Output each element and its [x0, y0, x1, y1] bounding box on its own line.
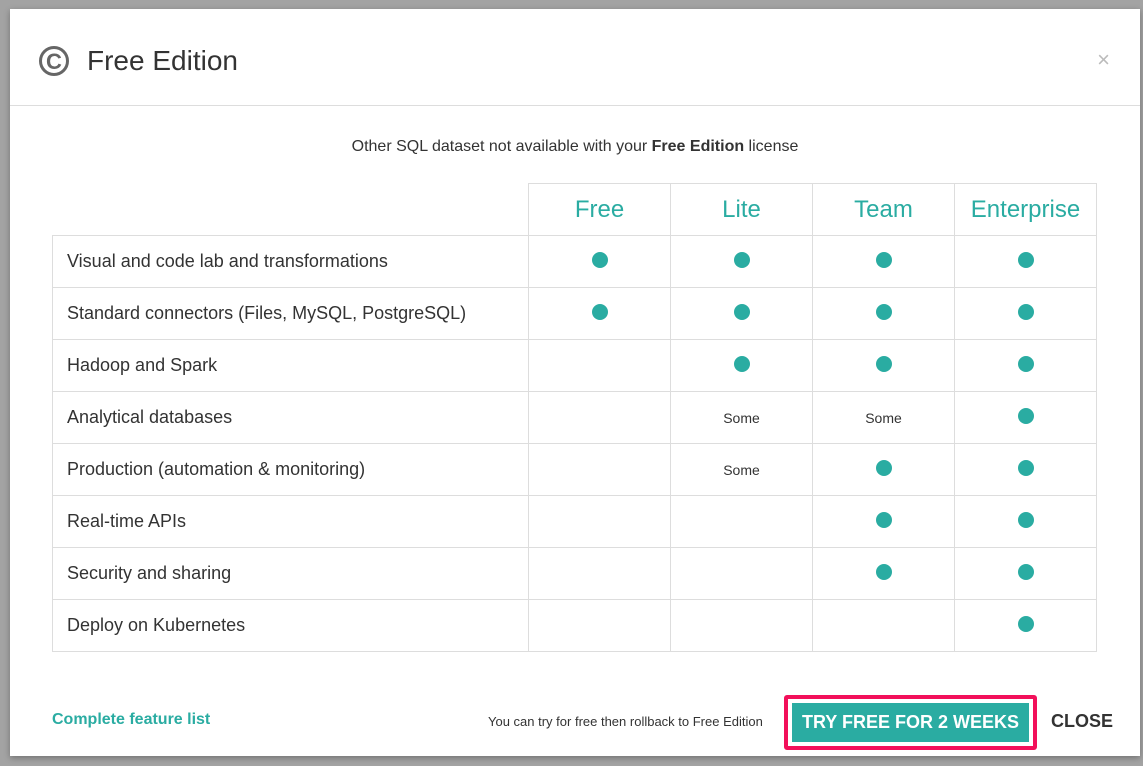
- included-dot-icon: [875, 252, 892, 268]
- message-suffix: license: [744, 138, 799, 155]
- feature-name: Real-time APIs: [52, 495, 529, 548]
- feature-cell: Some: [670, 443, 813, 496]
- close-button[interactable]: CLOSE: [1051, 711, 1113, 732]
- included-dot-icon: [591, 252, 608, 268]
- feature-cell: Some: [670, 391, 813, 444]
- close-icon[interactable]: ×: [1097, 47, 1110, 73]
- table-row: Standard connectors (Files, MySQL, Postg…: [52, 287, 1097, 340]
- feature-header: [52, 183, 529, 236]
- column-header-team: Team: [812, 183, 955, 236]
- table-row: Security and sharing: [52, 547, 1097, 600]
- feature-cell: [812, 599, 955, 652]
- feature-cell: [528, 495, 671, 548]
- included-dot-icon: [733, 304, 750, 320]
- table-row: Real-time APIs: [52, 495, 1097, 548]
- column-header-free: Free: [528, 183, 671, 236]
- feature-cell: [812, 235, 955, 288]
- feature-name: Hadoop and Spark: [52, 339, 529, 392]
- feature-cell: [528, 339, 671, 392]
- feature-cell: [670, 287, 813, 340]
- feature-name: Production (automation & monitoring): [52, 443, 529, 496]
- feature-name: Analytical databases: [52, 391, 529, 444]
- message-edition: Free Edition: [651, 138, 745, 155]
- feature-cell: Some: [812, 391, 955, 444]
- included-dot-icon: [1017, 252, 1034, 268]
- license-message: Other SQL dataset not available with you…: [10, 138, 1140, 156]
- feature-cell: [528, 599, 671, 652]
- feature-cell: [954, 599, 1097, 652]
- feature-cell: [528, 287, 671, 340]
- column-header-lite: Lite: [670, 183, 813, 236]
- try-free-button[interactable]: TRY FREE FOR 2 WEEKS: [792, 703, 1029, 742]
- feature-name: Visual and code lab and transformations: [52, 235, 529, 288]
- included-dot-icon: [1017, 564, 1034, 580]
- feature-comparison-table: Free Lite Team Enterprise Visual and code l…: [52, 183, 1097, 652]
- included-dot-icon: [733, 252, 750, 268]
- partial-label: Some: [865, 409, 902, 426]
- feature-cell: [954, 547, 1097, 600]
- free-edition-modal: C Free Edition × Other SQL dataset not a…: [10, 9, 1140, 756]
- feature-cell: [812, 495, 955, 548]
- feature-name: Security and sharing: [52, 547, 529, 600]
- feature-cell: [528, 547, 671, 600]
- feature-cell: [670, 235, 813, 288]
- feature-cell: [954, 235, 1097, 288]
- included-dot-icon: [1017, 616, 1034, 632]
- modal-title: Free Edition: [87, 45, 238, 76]
- rollback-note: You can try for free then rollback to Fr…: [488, 714, 763, 729]
- feature-cell: [670, 495, 813, 548]
- included-dot-icon: [591, 304, 608, 320]
- feature-cell: [954, 495, 1097, 548]
- feature-cell: [954, 287, 1097, 340]
- feature-cell: [528, 391, 671, 444]
- complete-feature-list-link[interactable]: Complete feature list: [52, 711, 210, 729]
- feature-cell: [670, 339, 813, 392]
- table-row: Hadoop and Spark: [52, 339, 1097, 392]
- included-dot-icon: [1017, 356, 1034, 372]
- included-dot-icon: [1017, 304, 1034, 320]
- table-row: Deploy on Kubernetes: [52, 599, 1097, 652]
- feature-cell: [528, 443, 671, 496]
- included-dot-icon: [875, 564, 892, 580]
- table-row: Visual and code lab and transformations: [52, 235, 1097, 288]
- feature-name: Deploy on Kubernetes: [52, 599, 529, 652]
- feature-cell: [954, 391, 1097, 444]
- copyright-icon: C: [39, 46, 69, 76]
- feature-cell: [812, 339, 955, 392]
- feature-cell: [954, 443, 1097, 496]
- modal-header: C Free Edition ×: [10, 9, 1140, 106]
- feature-cell: [812, 547, 955, 600]
- feature-cell: [954, 339, 1097, 392]
- included-dot-icon: [1017, 460, 1034, 476]
- table-row: Production (automation & monitoring) Some: [52, 443, 1097, 496]
- included-dot-icon: [875, 460, 892, 476]
- included-dot-icon: [1017, 512, 1034, 528]
- message-text: Other SQL dataset not available with you…: [351, 138, 652, 155]
- table-row: Analytical databases Some Some: [52, 391, 1097, 444]
- included-dot-icon: [875, 356, 892, 372]
- included-dot-icon: [1017, 408, 1034, 424]
- feature-cell: [812, 443, 955, 496]
- included-dot-icon: [733, 356, 750, 372]
- feature-cell: [812, 287, 955, 340]
- partial-label: Some: [723, 461, 760, 478]
- included-dot-icon: [875, 304, 892, 320]
- feature-name: Standard connectors (Files, MySQL, Postg…: [52, 287, 529, 340]
- feature-cell: [528, 235, 671, 288]
- feature-cell: [670, 547, 813, 600]
- partial-label: Some: [723, 409, 760, 426]
- column-header-enterprise: Enterprise: [954, 183, 1097, 236]
- feature-cell: [670, 599, 813, 652]
- included-dot-icon: [875, 512, 892, 528]
